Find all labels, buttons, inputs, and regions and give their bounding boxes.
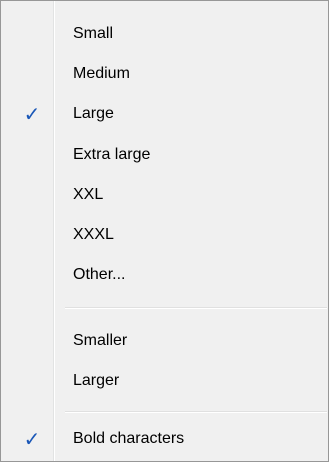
menu-item-label: XXXL [73,226,114,243]
menu-item-small[interactable]: Small [1,14,328,54]
menu-item-label: Larger [73,372,120,389]
menu-item-label: Large [73,105,114,122]
menu-item-large[interactable]: ✓ Large [1,94,328,134]
menu-item-extra-large[interactable]: Extra large [1,135,328,175]
menu-item-label: XXL [73,186,104,203]
menu-separator [65,411,327,413]
menu-item-bold-characters[interactable]: ✓ Bold characters [1,419,328,459]
menu-item-xxl[interactable]: XXL [1,175,328,215]
menu-item-xxxl[interactable]: XXXL [1,215,328,255]
menu-item-medium[interactable]: Medium [1,54,328,94]
menu-item-label: Smaller [73,332,128,349]
menu-separator [65,307,327,309]
menu-item-larger[interactable]: Larger [1,361,328,401]
context-menu: Small Medium ✓ Large Extra large XXL XXX… [0,0,329,462]
menu-item-label: Bold characters [73,430,185,447]
menu-item-other[interactable]: Other... [1,255,328,295]
menu-item-label: Medium [73,65,130,82]
menu-item-label: Other... [73,266,126,283]
checkmark-icon: ✓ [23,427,41,451]
checkmark-icon: ✓ [23,102,41,126]
menu-item-label: Small [73,25,114,42]
menu-item-smaller[interactable]: Smaller [1,321,328,361]
menu-item-label: Extra large [73,146,151,163]
